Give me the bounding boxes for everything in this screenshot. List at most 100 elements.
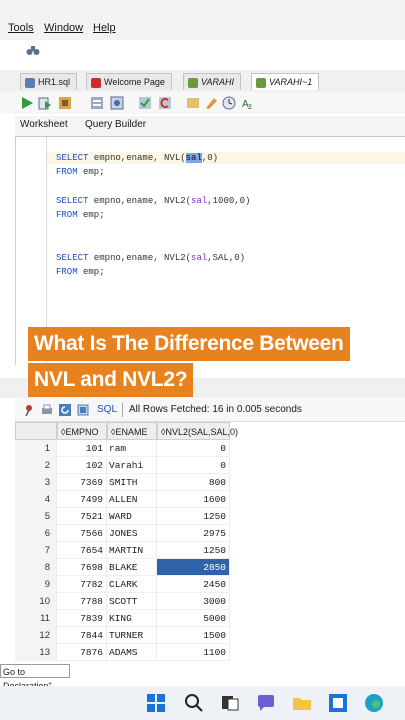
cell-ename[interactable]: ALLEN	[107, 491, 157, 508]
cell-empno[interactable]: 101	[57, 440, 107, 457]
explain-plan-icon[interactable]	[90, 96, 104, 110]
row-number[interactable]: 9	[15, 576, 57, 593]
row-number[interactable]: 6	[15, 525, 57, 542]
tab-hr1-sql[interactable]: HR1.sql	[20, 73, 78, 90]
autotrace-icon[interactable]	[58, 96, 72, 110]
format-icon[interactable]: Az	[242, 96, 256, 110]
row-number[interactable]: 7	[15, 542, 57, 559]
cell-nvl2[interactable]: 1600	[157, 491, 230, 508]
cell-nvl2[interactable]: 800	[157, 474, 230, 491]
run-statement-icon[interactable]	[20, 96, 34, 110]
table-row[interactable]: 8 7698 BLAKE 2850	[15, 559, 230, 576]
task-view-icon[interactable]	[220, 693, 240, 713]
row-number[interactable]: 3	[15, 474, 57, 491]
table-row[interactable]: 3 7369 SMITH 800	[15, 474, 230, 491]
cell-ename[interactable]: JONES	[107, 525, 157, 542]
cell-empno[interactable]: 7876	[57, 644, 107, 661]
row-number[interactable]: 5	[15, 508, 57, 525]
table-row[interactable]: 4 7499 ALLEN 1600	[15, 491, 230, 508]
tab-welcome-page[interactable]: Welcome Page	[86, 73, 172, 90]
cell-ename[interactable]: KING	[107, 610, 157, 627]
run-script-icon[interactable]	[38, 96, 52, 110]
cell-ename[interactable]: SCOTT	[107, 593, 157, 610]
search-icon[interactable]	[184, 693, 204, 713]
print-icon[interactable]	[41, 404, 53, 416]
cell-empno[interactable]: 7369	[57, 474, 107, 491]
sql-link[interactable]: SQL	[97, 404, 117, 415]
tab-varahi[interactable]: VARAHI	[183, 73, 242, 90]
row-number[interactable]: 4	[15, 491, 57, 508]
cell-ename[interactable]: ram	[107, 440, 157, 457]
cell-ename[interactable]: BLAKE	[107, 559, 157, 576]
cell-nvl2[interactable]: 5000	[157, 610, 230, 627]
row-number[interactable]: 1	[15, 440, 57, 457]
windows-start-icon[interactable]	[146, 693, 166, 713]
menu-window[interactable]: Window	[44, 22, 83, 34]
cell-empno[interactable]: 7788	[57, 593, 107, 610]
cell-nvl2[interactable]: 0	[157, 457, 230, 474]
unshared-sql-icon[interactable]	[186, 96, 200, 110]
sql-tuning-icon[interactable]	[110, 96, 124, 110]
row-number[interactable]: 8	[15, 559, 57, 576]
tab-worksheet[interactable]: Worksheet	[20, 119, 68, 130]
cell-nvl2[interactable]: 2850	[157, 559, 230, 576]
cell-nvl2[interactable]: 2975	[157, 525, 230, 542]
cell-empno[interactable]: 7698	[57, 559, 107, 576]
table-row[interactable]: 6 7566 JONES 2975	[15, 525, 230, 542]
row-number[interactable]: 2	[15, 457, 57, 474]
chat-icon[interactable]	[256, 693, 276, 713]
column-header-ename[interactable]: ◊ENAME	[107, 422, 157, 440]
freeze-view-icon[interactable]	[77, 404, 89, 416]
cell-ename[interactable]: CLARK	[107, 576, 157, 593]
rollback-icon[interactable]	[158, 96, 172, 110]
table-row[interactable]: 10 7788 SCOTT 3000	[15, 593, 230, 610]
row-number[interactable]: 11	[15, 610, 57, 627]
cell-nvl2[interactable]: 3000	[157, 593, 230, 610]
cell-nvl2[interactable]: 0	[157, 440, 230, 457]
cell-empno[interactable]: 7566	[57, 525, 107, 542]
table-row[interactable]: 11 7839 KING 5000	[15, 610, 230, 627]
cell-ename[interactable]: ADAMS	[107, 644, 157, 661]
menu-tools[interactable]: Tools	[8, 22, 34, 34]
cell-ename[interactable]: SMITH	[107, 474, 157, 491]
table-row[interactable]: 13 7876 ADAMS 1100	[15, 644, 230, 661]
edge-browser-icon[interactable]	[364, 693, 384, 713]
table-row[interactable]: 2 102 Varahi 0	[15, 457, 230, 474]
tab-varahi-1[interactable]: VARAHI~1	[251, 73, 320, 90]
cell-empno[interactable]: 7782	[57, 576, 107, 593]
cell-ename[interactable]: MARTIN	[107, 542, 157, 559]
cell-nvl2[interactable]: 1100	[157, 644, 230, 661]
cell-nvl2[interactable]: 1250	[157, 542, 230, 559]
row-number[interactable]: 13	[15, 644, 57, 661]
binoculars-icon[interactable]	[26, 44, 40, 59]
cell-empno[interactable]: 7499	[57, 491, 107, 508]
row-number[interactable]: 12	[15, 627, 57, 644]
cell-empno[interactable]: 7654	[57, 542, 107, 559]
cell-nvl2[interactable]: 1500	[157, 627, 230, 644]
column-header-empno[interactable]: ◊EMPNO	[57, 422, 107, 440]
cell-empno[interactable]: 7844	[57, 627, 107, 644]
table-row[interactable]: 12 7844 TURNER 1500	[15, 627, 230, 644]
cell-ename[interactable]: WARD	[107, 508, 157, 525]
cell-empno[interactable]: 7839	[57, 610, 107, 627]
history-icon[interactable]	[222, 96, 236, 110]
file-explorer-icon[interactable]	[292, 693, 312, 713]
table-row[interactable]: 7 7654 MARTIN 1250	[15, 542, 230, 559]
cell-ename[interactable]: TURNER	[107, 627, 157, 644]
cell-nvl2[interactable]: 2450	[157, 576, 230, 593]
cell-empno[interactable]: 7521	[57, 508, 107, 525]
table-row[interactable]: 5 7521 WARD 1250	[15, 508, 230, 525]
commit-icon[interactable]	[138, 96, 152, 110]
go-to-declaration-tooltip[interactable]: Go to Declaration"	[0, 664, 70, 691]
table-row[interactable]: 9 7782 CLARK 2450	[15, 576, 230, 593]
clear-icon[interactable]	[204, 96, 218, 110]
column-header-nvl2[interactable]: ◊NVL2(SAL,SAL,0)	[157, 422, 238, 440]
tab-query-builder[interactable]: Query Builder	[85, 119, 146, 130]
cell-ename[interactable]: Varahi	[107, 457, 157, 474]
outlook-icon[interactable]	[328, 693, 348, 713]
row-number[interactable]: 10	[15, 593, 57, 610]
refresh-icon[interactable]	[59, 404, 71, 416]
pin-icon[interactable]	[23, 404, 35, 416]
cell-nvl2[interactable]: 1250	[157, 508, 230, 525]
menu-help[interactable]: Help	[93, 22, 116, 34]
